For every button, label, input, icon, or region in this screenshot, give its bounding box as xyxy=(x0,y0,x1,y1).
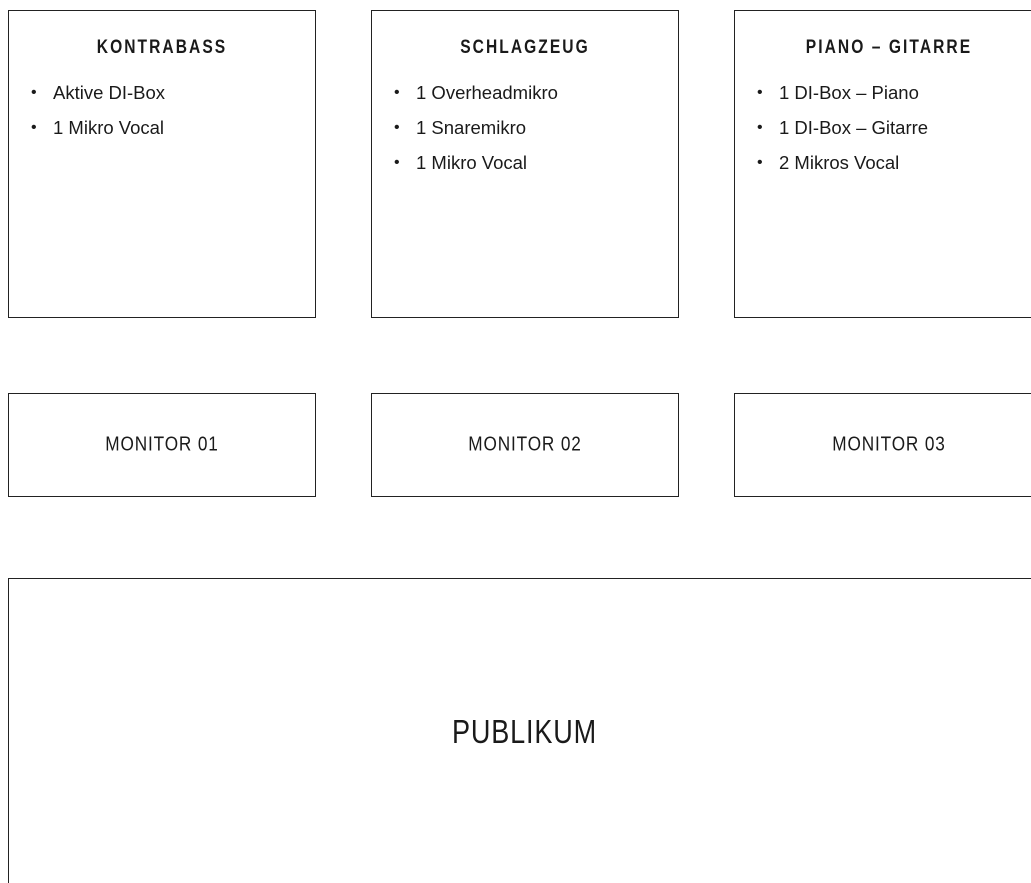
equipment-item: 1 Snaremikro xyxy=(394,110,678,145)
equipment-list: 1 Overheadmikro 1 Snaremikro 1 Mikro Voc… xyxy=(372,75,678,180)
station-piano-gitarre: PIANO – GITARRE 1 DI-Box – Piano 1 DI-Bo… xyxy=(734,10,1031,318)
equipment-item: 1 Overheadmikro xyxy=(394,75,678,110)
equipment-item: 1 Mikro Vocal xyxy=(394,145,678,180)
equipment-item: Aktive DI-Box xyxy=(31,75,315,110)
station-schlagzeug: SCHLAGZEUG 1 Overheadmikro 1 Snaremikro … xyxy=(371,10,679,318)
equipment-list: Aktive DI-Box 1 Mikro Vocal xyxy=(9,75,315,145)
station-kontrabass: KONTRABASS Aktive DI-Box 1 Mikro Vocal xyxy=(8,10,316,318)
equipment-item: 1 Mikro Vocal xyxy=(31,110,315,145)
monitor-label: MONITOR 03 xyxy=(832,433,946,456)
monitor-01: MONITOR 01 xyxy=(8,393,316,497)
audience-area: PUBLIKUM xyxy=(8,578,1031,883)
audience-label: PUBLIKUM xyxy=(452,713,597,750)
monitor-02: MONITOR 02 xyxy=(371,393,679,497)
monitor-03: MONITOR 03 xyxy=(734,393,1031,497)
equipment-item: 1 DI-Box – Gitarre xyxy=(757,110,1031,145)
station-title: SCHLAGZEUG xyxy=(460,37,590,58)
equipment-item: 1 DI-Box – Piano xyxy=(757,75,1031,110)
equipment-list: 1 DI-Box – Piano 1 DI-Box – Gitarre 2 Mi… xyxy=(735,75,1031,180)
station-title: PIANO – GITARRE xyxy=(805,37,973,58)
monitor-label: MONITOR 02 xyxy=(468,433,582,456)
equipment-item: 2 Mikros Vocal xyxy=(757,145,1031,180)
monitor-label: MONITOR 01 xyxy=(105,433,219,456)
station-title: KONTRABASS xyxy=(96,37,228,58)
